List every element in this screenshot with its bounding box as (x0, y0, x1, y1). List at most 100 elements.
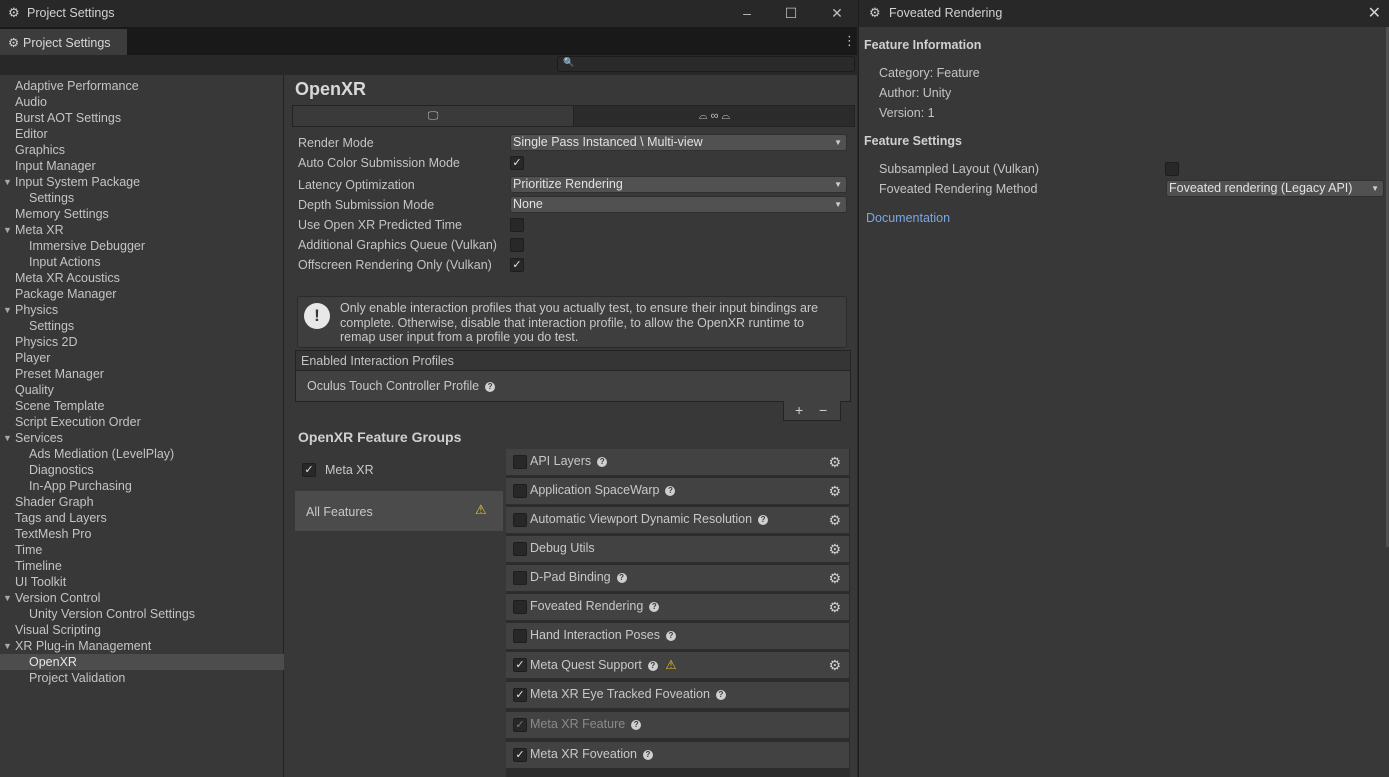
help-icon[interactable]: ? (597, 457, 608, 467)
sidebar-item[interactable]: Immersive Debugger (0, 238, 284, 254)
sidebar-item[interactable]: ▼ XR Plug-in Management (0, 638, 284, 654)
feature-checkbox[interactable]: ✓ (513, 688, 527, 702)
foldout-arrow-icon[interactable]: ▼ (3, 302, 12, 318)
sidebar-item[interactable]: Timeline (0, 558, 284, 574)
group-meta-xr[interactable]: ✓ Meta XR (295, 451, 503, 491)
foldout-arrow-icon[interactable]: ▼ (3, 430, 12, 446)
sidebar-item[interactable]: Diagnostics (0, 462, 284, 478)
warning-icon[interactable]: ⚠ (475, 502, 487, 518)
sidebar-item[interactable]: Input Actions (0, 254, 284, 270)
depth-dropdown[interactable]: None ▼ (510, 196, 847, 213)
sidebar-item[interactable]: Quality (0, 382, 284, 398)
gear-icon[interactable]: ⚙ (828, 483, 841, 500)
sidebar-item[interactable]: Package Manager (0, 286, 284, 302)
sidebar-item[interactable]: Unity Version Control Settings (0, 606, 284, 622)
feature-checkbox[interactable] (513, 542, 527, 556)
help-icon[interactable]: ? (485, 382, 496, 392)
feature-checkbox[interactable] (513, 629, 527, 643)
sidebar-item[interactable]: Audio (0, 94, 284, 110)
tab-android[interactable]: ⌓ ∞ ⌓ (574, 106, 855, 126)
sidebar-item[interactable]: Graphics (0, 142, 284, 158)
sidebar-item[interactable]: ▼ Meta XR (0, 222, 284, 238)
sidebar-item[interactable]: UI Toolkit (0, 574, 284, 590)
sidebar-item[interactable]: Shader Graph (0, 494, 284, 510)
documentation-link[interactable]: Documentation (866, 211, 950, 225)
sidebar-item[interactable]: Input Manager (0, 158, 284, 174)
sidebar-item[interactable]: Memory Settings (0, 206, 284, 222)
help-icon[interactable]: ? (665, 486, 676, 496)
close-button[interactable]: ✕ (826, 3, 848, 23)
search-box[interactable]: 🔍 (557, 56, 855, 72)
feature-checkbox[interactable] (513, 513, 527, 527)
sidebar-item[interactable]: Visual Scripting (0, 622, 284, 638)
predicted-time-checkbox[interactable] (510, 218, 524, 232)
group-meta-xr-checkbox[interactable]: ✓ (302, 463, 316, 477)
remove-profile-button[interactable]: − (819, 402, 827, 418)
feature-checkbox[interactable] (513, 571, 527, 585)
subsampled-checkbox[interactable] (1165, 162, 1179, 176)
feature-row[interactable]: API Layers? ⚙ (506, 449, 849, 476)
sidebar-item[interactable]: Ads Mediation (LevelPlay) (0, 446, 284, 462)
foldout-arrow-icon[interactable]: ▼ (3, 590, 12, 606)
sidebar-item[interactable]: Physics 2D (0, 334, 284, 350)
sidebar-item[interactable]: Scene Template (0, 398, 284, 414)
add-profile-button[interactable]: + (795, 402, 803, 418)
feature-checkbox[interactable] (513, 455, 527, 469)
gear-icon[interactable]: ⚙ (828, 599, 841, 616)
tab-desktop[interactable]: 🖵 (293, 106, 574, 126)
graphics-queue-checkbox[interactable] (510, 238, 524, 252)
sidebar-item[interactable]: Time (0, 542, 284, 558)
sidebar-item[interactable]: Settings (0, 318, 284, 334)
gear-icon[interactable]: ⚙ (828, 512, 841, 529)
feature-row[interactable]: Foveated Rendering? ⚙ (506, 594, 849, 621)
help-icon[interactable]: ? (758, 515, 769, 525)
render-mode-dropdown[interactable]: Single Pass Instanced \ Multi-view ▼ (510, 134, 847, 151)
feature-row[interactable]: ✓ Meta XR Feature? (506, 712, 849, 739)
sidebar-item[interactable]: Script Execution Order (0, 414, 284, 430)
feature-row[interactable]: ✓ Meta Quest Support? ⚠ ⚙ (506, 652, 849, 679)
gear-icon[interactable]: ⚙ (828, 657, 841, 674)
list-item[interactable]: Oculus Touch Controller Profile? (296, 371, 850, 393)
help-icon[interactable]: ? (649, 602, 660, 612)
sidebar-item[interactable]: Burst AOT Settings (0, 110, 284, 126)
gear-icon[interactable]: ⚙ (828, 570, 841, 587)
sidebar-item[interactable]: OpenXR (0, 654, 284, 670)
gear-icon[interactable]: ⚙ (828, 454, 841, 471)
group-all-features[interactable]: All Features ⚠ (295, 491, 503, 531)
sidebar-item[interactable]: TextMesh Pro (0, 526, 284, 542)
foldout-arrow-icon[interactable]: ▼ (3, 638, 12, 654)
help-icon[interactable]: ? (631, 720, 642, 730)
sidebar-item[interactable]: Tags and Layers (0, 510, 284, 526)
help-icon[interactable]: ? (643, 750, 653, 760)
sidebar-item[interactable]: In-App Purchasing (0, 478, 284, 494)
help-icon[interactable]: ? (715, 690, 726, 700)
feature-row[interactable]: Application SpaceWarp? ⚙ (506, 478, 849, 505)
auto-color-checkbox[interactable]: ✓ (510, 156, 524, 170)
warning-icon[interactable]: ⚠ (662, 658, 676, 672)
more-options-icon[interactable]: ⋮ (843, 33, 856, 49)
gear-icon[interactable]: ⚙ (828, 541, 841, 558)
foldout-arrow-icon[interactable]: ▼ (3, 174, 12, 190)
feature-checkbox[interactable] (513, 484, 527, 498)
feature-row[interactable]: D-Pad Binding? ⚙ (506, 565, 849, 592)
help-icon[interactable]: ? (616, 573, 627, 583)
sidebar-item[interactable]: Meta XR Acoustics (0, 270, 284, 286)
sidebar-item[interactable]: ▼ Input System Package (0, 174, 284, 190)
feature-checkbox[interactable]: ✓ (513, 658, 527, 672)
sidebar-item[interactable]: Preset Manager (0, 366, 284, 382)
method-dropdown[interactable]: Foveated rendering (Legacy API) ▼ (1166, 180, 1384, 197)
sidebar-item[interactable]: Project Validation (0, 670, 284, 686)
minimize-button[interactable]: – (736, 3, 758, 23)
sidebar-item[interactable]: Player (0, 350, 284, 366)
sidebar-item[interactable]: Settings (0, 190, 284, 206)
help-icon[interactable]: ? (647, 661, 658, 671)
feature-checkbox[interactable] (513, 600, 527, 614)
sidebar-item[interactable]: Editor (0, 126, 284, 142)
help-icon[interactable]: ? (665, 631, 676, 641)
close-button[interactable]: ✕ (1368, 3, 1381, 23)
feature-row[interactable]: Automatic Viewport Dynamic Resolution? ⚙ (506, 507, 849, 534)
foldout-arrow-icon[interactable]: ▼ (3, 222, 12, 238)
feature-row[interactable]: Hand Interaction Poses? (506, 623, 849, 650)
maximize-button[interactable]: ☐ (780, 3, 802, 23)
tab-project-settings[interactable]: ⚙ Project Settings (0, 29, 127, 55)
